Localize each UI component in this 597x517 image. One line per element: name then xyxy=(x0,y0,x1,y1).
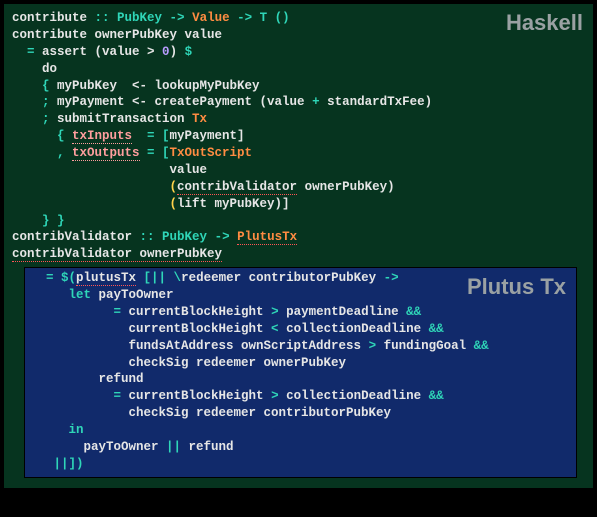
code-line: , txOutputs = [TxOutScript xyxy=(12,145,585,162)
code-line: { myPubKey <- lookupMyPubKey xyxy=(12,78,585,95)
code-line: contribValidator ownerPubKey xyxy=(12,246,585,263)
code-line: refund xyxy=(31,371,570,388)
plutus-code-block: Plutus Tx = $(plutusTx [|| \redeemer con… xyxy=(24,267,577,478)
haskell-label: Haskell xyxy=(506,8,583,38)
code-line: payToOwner || refund xyxy=(31,439,570,456)
code-line: { txInputs = [myPayment] xyxy=(12,128,585,145)
code-line: checkSig redeemer contributorPubKey xyxy=(31,405,570,422)
code-line: currentBlockHeight < collectionDeadline … xyxy=(31,321,570,338)
code-line: in xyxy=(31,422,570,439)
plutus-label: Plutus Tx xyxy=(467,272,566,302)
code-line: contribute :: PubKey -> Value -> T () xyxy=(12,10,585,27)
code-line: do xyxy=(12,61,585,78)
code-line: checkSig redeemer ownerPubKey xyxy=(31,355,570,372)
code-line: } } xyxy=(12,213,585,230)
code-line: (lift myPubKey)] xyxy=(12,196,585,213)
code-line: fundsAtAddress ownScriptAddress > fundin… xyxy=(31,338,570,355)
code-line: contribute ownerPubKey value xyxy=(12,27,585,44)
code-line: value xyxy=(12,162,585,179)
code-line: = currentBlockHeight > paymentDeadline &… xyxy=(31,304,570,321)
code-line: = assert (value > 0) $ xyxy=(12,44,585,61)
code-line: ||]) xyxy=(31,456,570,473)
code-line: ; myPayment <- createPayment (value + st… xyxy=(12,94,585,111)
haskell-code-block: Haskell contribute :: PubKey -> Value ->… xyxy=(3,3,594,489)
code-line: ; submitTransaction Tx xyxy=(12,111,585,128)
code-line: contribValidator :: PubKey -> PlutusTx xyxy=(12,229,585,246)
code-slide: Haskell contribute :: PubKey -> Value ->… xyxy=(0,0,597,517)
code-line: = currentBlockHeight > collectionDeadlin… xyxy=(31,388,570,405)
code-line: (contribValidator ownerPubKey) xyxy=(12,179,585,196)
